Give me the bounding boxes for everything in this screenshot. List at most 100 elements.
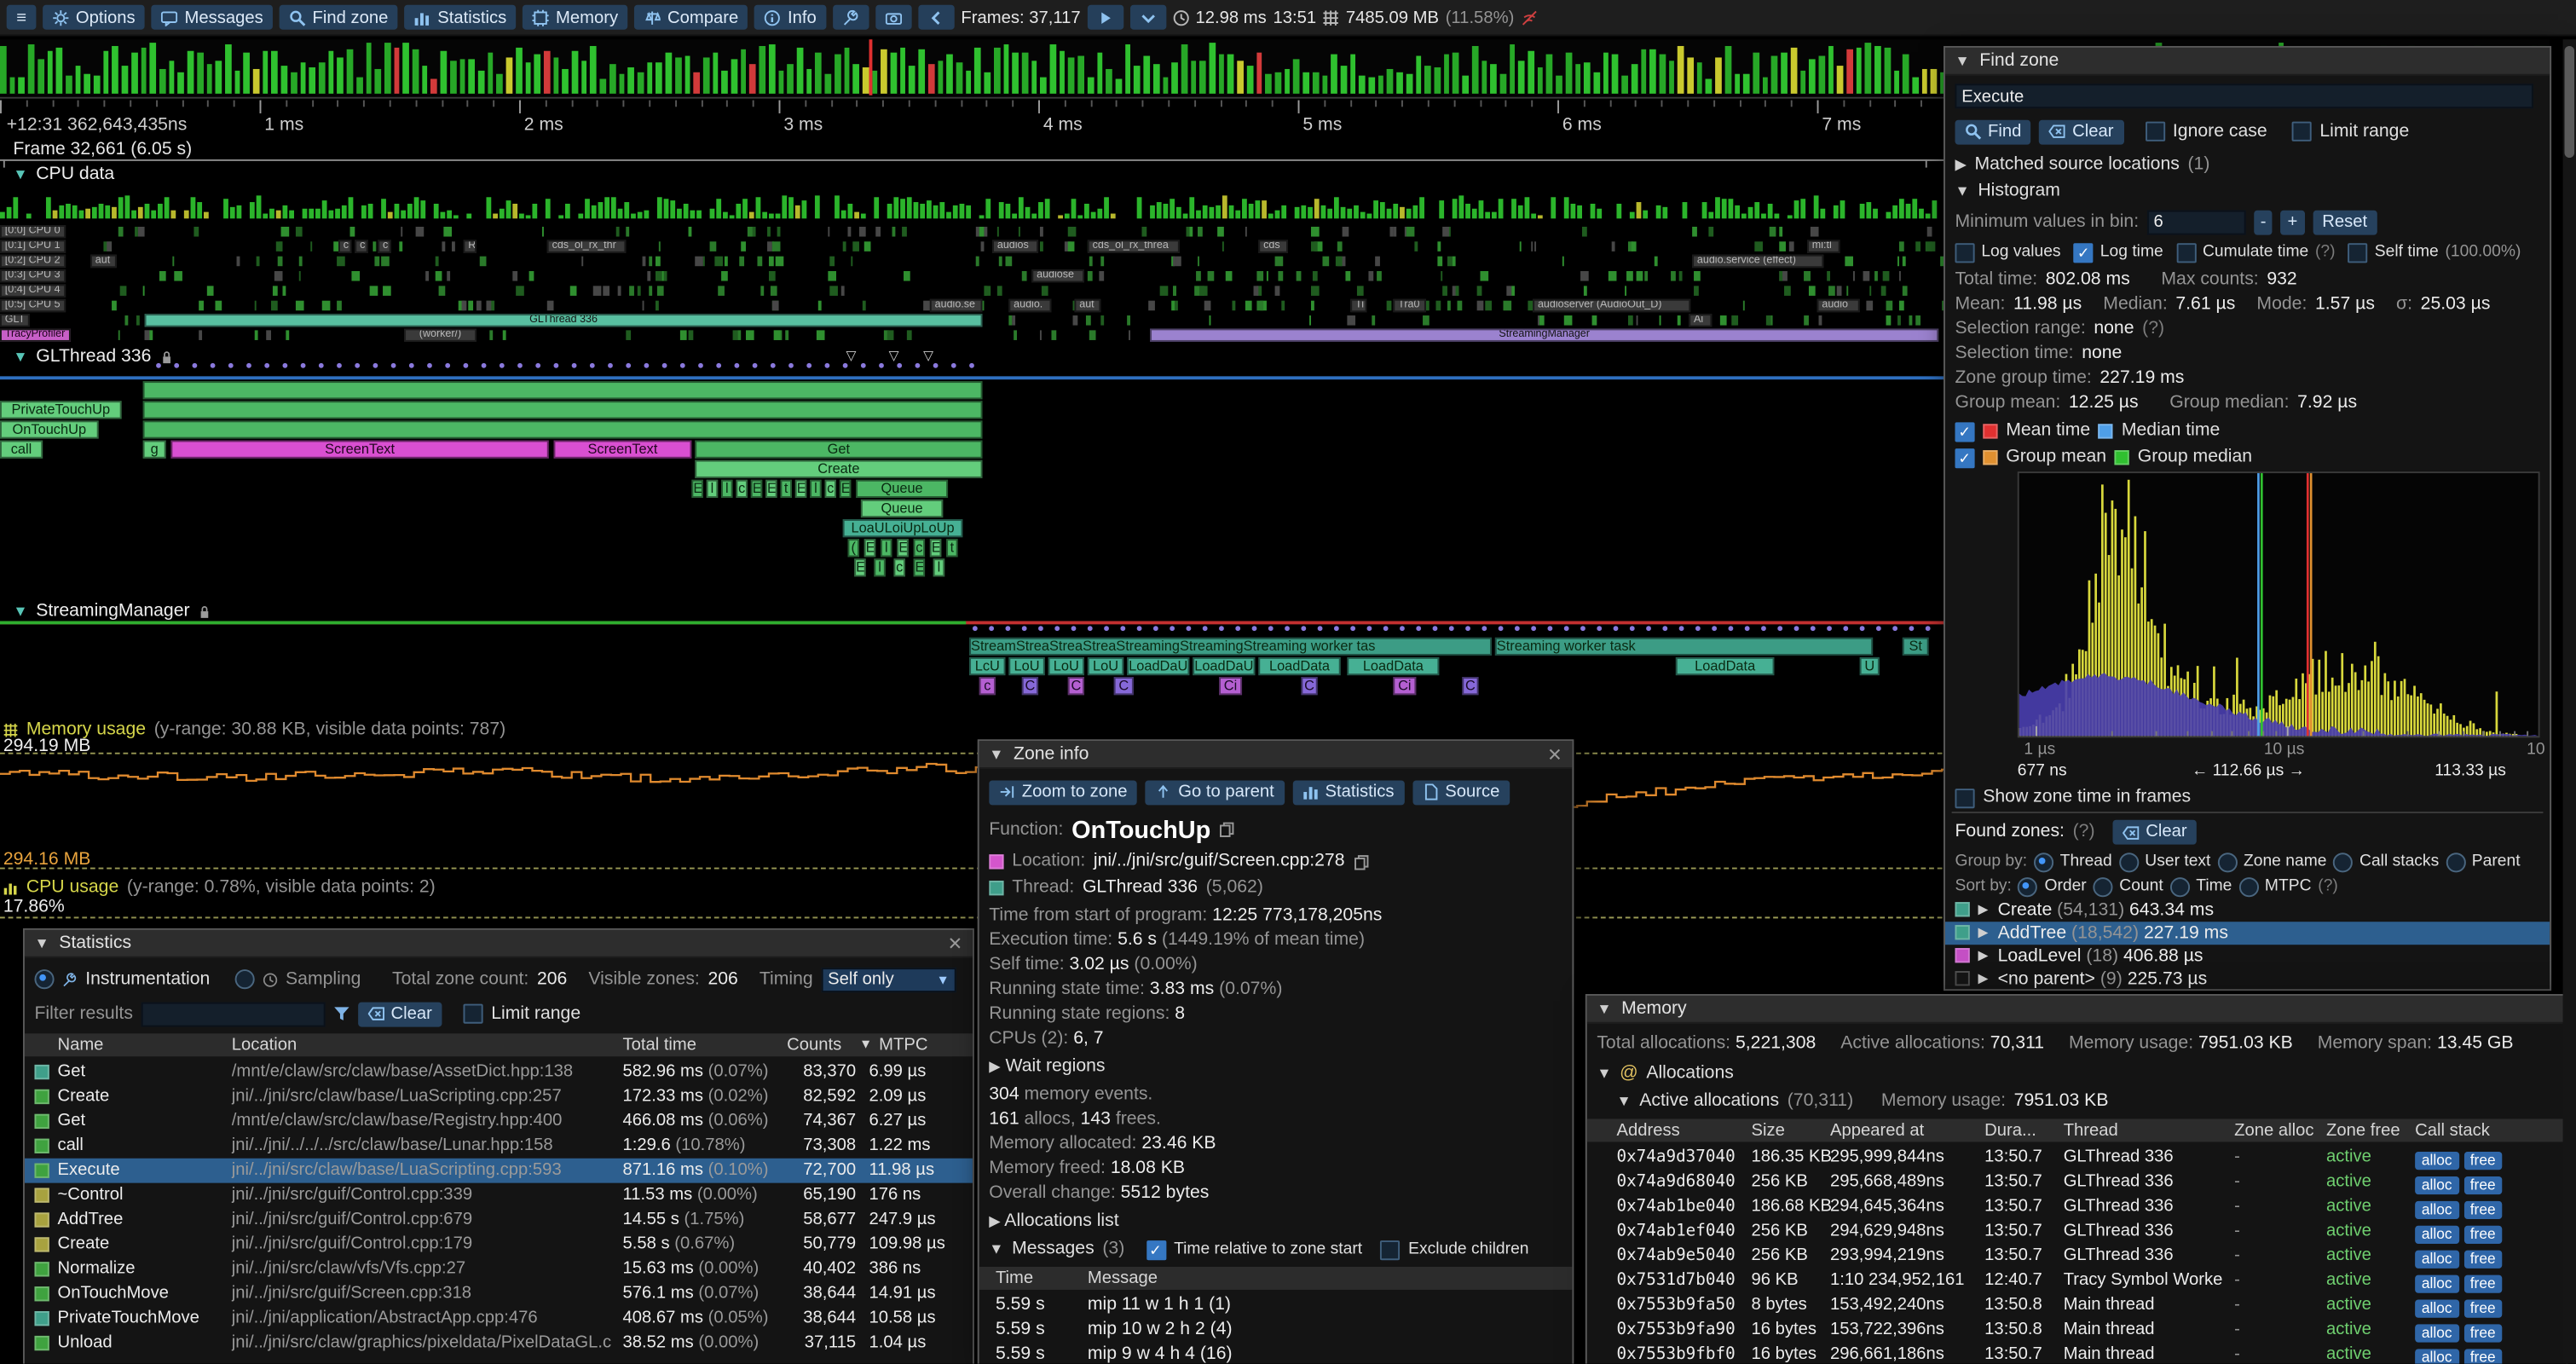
cpu-zone-chip[interactable]: cds_ol_rx_threa [1088,240,1180,252]
alloc-stack-button[interactable]: alloc [2415,1275,2458,1293]
message-dot[interactable] [1515,626,1520,631]
zone-bar[interactable]: C [1022,677,1038,695]
zone-bar[interactable]: call [0,441,43,459]
statistics-table-row[interactable]: Get/mnt/e/claw/src/claw/base/AssetDict.h… [25,1060,973,1084]
message-dot[interactable] [211,363,216,368]
zone-marker-icon[interactable]: ▽ [923,349,933,363]
statistics-table-row[interactable]: Normalizejni/../jni/src/claw/vfs/Vfs.cpp… [25,1257,973,1281]
cpu-zone-chip[interactable]: cds_ol_rx_thr [547,240,627,252]
sort-by-radio-mtpc[interactable] [2238,876,2258,896]
thread-zone-bar[interactable]: StreamingManager [1150,328,1938,341]
collapse-icon[interactable]: ▼ [1597,1001,1611,1017]
message-dot[interactable] [1153,626,1158,631]
menu-button[interactable]: ≡ [7,5,37,30]
copy-icon[interactable] [1353,853,1369,870]
cpu-zone-chip[interactable]: audiose [1031,269,1084,282]
message-dot[interactable] [1104,626,1109,631]
message-dot[interactable] [933,363,939,368]
message-dot[interactable] [427,363,432,368]
allocations-section-row[interactable]: ▼ @ Allocations [1597,1061,2566,1086]
message-dot[interactable] [1449,626,1454,631]
thread-zone-bar[interactable]: (worker/) [404,328,477,341]
expand-icon[interactable]: ▶ [1978,922,1988,945]
memory-table-row[interactable]: 0x7553b9fbf016 bytes296,661,186ns13:50.7… [1587,1343,2567,1364]
cpu-zone-chip[interactable]: Ti [1350,299,1366,312]
message-dot[interactable] [500,363,505,368]
message-dot[interactable] [1630,626,1635,631]
message-dot[interactable] [1120,626,1125,631]
memory-column-header[interactable]: Size [1752,1118,1785,1141]
zone-bar[interactable]: LoadData [1258,657,1340,675]
free-stack-button[interactable]: free [2463,1152,2502,1170]
zone-bar[interactable]: ScreenText [170,441,548,459]
histogram-chart[interactable] [2018,471,2540,737]
zone-bar[interactable]: c [914,539,925,557]
cpu-zone-chip[interactable]: audio. [1008,299,1051,312]
zone-marker-icon[interactable]: ▽ [846,349,857,363]
collapse-icon[interactable]: ▼ [1955,53,1969,69]
zone-bar[interactable]: OnTouchUp [0,420,99,438]
message-dot[interactable] [409,363,414,368]
messages-table-header[interactable]: Time Message [979,1267,1573,1290]
message-dot[interactable] [301,363,306,368]
zone-bar[interactable]: l [933,558,944,576]
found-zone-row[interactable]: ▶AddTree (18,542) 227.19 ms [1945,922,2550,945]
wait-regions-row[interactable]: ▶ Wait regions [989,1056,1105,1076]
find-zone-input[interactable] [1955,84,2533,108]
memory-table-row[interactable]: 0x74ab1be040186.68 KB294,645,364ns13:50.… [1587,1194,2567,1219]
cpu-zone-chip[interactable]: c [338,240,351,252]
message-dot[interactable] [1580,626,1585,631]
clear-find-button[interactable]: Clear [2040,119,2123,144]
cpu-data-header[interactable]: ▼ CPU data [13,165,114,184]
message-dot[interactable] [1350,626,1355,631]
free-stack-button[interactable]: free [2463,1349,2502,1363]
group-by-radio-parent[interactable] [2446,852,2465,871]
zone-bar[interactable]: l [810,480,821,498]
help-icon[interactable]: (?) [2315,240,2336,264]
zone-bar[interactable]: Queue [861,500,943,517]
message-dot[interactable] [282,363,287,368]
ignore-case-checkbox[interactable] [2145,122,2164,142]
zone-bar[interactable]: l [707,480,718,498]
draw-checkbox[interactable] [1955,421,1974,441]
message-dot[interactable] [1777,626,1782,631]
zone-bar[interactable]: c [825,480,836,498]
message-dot[interactable] [156,363,161,368]
memory-table-row[interactable]: 0x74ab1ef040256 KB294,629,948ns13:50.7GL… [1587,1219,2567,1244]
cpu-zone-chip[interactable]: Tra0 [1393,299,1426,312]
zone-bar[interactable]: ScreenText [554,441,692,459]
free-stack-button[interactable]: free [2463,1324,2502,1342]
zone-bar[interactable]: LoaULoiUpLoUp [843,519,963,537]
play-button[interactable] [1087,5,1123,30]
sampling-radio[interactable] [234,969,254,989]
draw-checkbox[interactable] [1955,448,1974,467]
message-dot[interactable] [373,363,378,368]
zone-bar[interactable]: PrivateTouchUp [0,401,122,419]
thread-zone-bar[interactable]: GLThread 336 [145,314,983,327]
message-dot[interactable] [973,626,978,631]
message-dot[interactable] [1876,626,1881,631]
zone-bar[interactable]: g [143,441,166,459]
statistics-table-row[interactable]: Get/mnt/e/claw/src/claw/base/Registry.hp… [25,1109,973,1134]
reset-button[interactable]: Reset [2313,210,2377,234]
scrollbar-track[interactable] [2563,39,2576,1363]
message-dot[interactable] [1564,626,1569,631]
message-dot[interactable] [861,363,866,368]
sort-by-radio-order[interactable] [2019,876,2038,896]
cpu-zone-chip[interactable]: c [378,240,390,252]
free-stack-button[interactable]: free [2463,1226,2502,1244]
statistics-table-row[interactable]: calljni/../jni/../../../src/claw/base/Lu… [25,1134,973,1159]
zone-bar[interactable]: E [765,480,777,498]
message-dot[interactable] [1334,626,1339,631]
group-by-radio-call-stacks[interactable] [2333,852,2353,871]
zone-bar[interactable]: C [1114,677,1134,695]
message-dot[interactable] [716,363,721,368]
statistics-table-row[interactable]: Unloadjni/../jni/src/claw/graphics/pixel… [25,1331,973,1355]
zone-bar[interactable]: E [854,558,865,576]
zone-bar[interactable]: LoadDaU [1193,657,1255,675]
zone-bar[interactable]: E [864,539,875,557]
timing-dropdown[interactable]: Self only ▼ [821,967,956,991]
glthread-header[interactable]: ▼ GLThread 336 [13,347,174,367]
message-dot[interactable] [1367,626,1372,631]
memory-table-row[interactable]: 0x74a9d37040186.35 KB295,999,844ns13:50.… [1587,1145,2567,1170]
